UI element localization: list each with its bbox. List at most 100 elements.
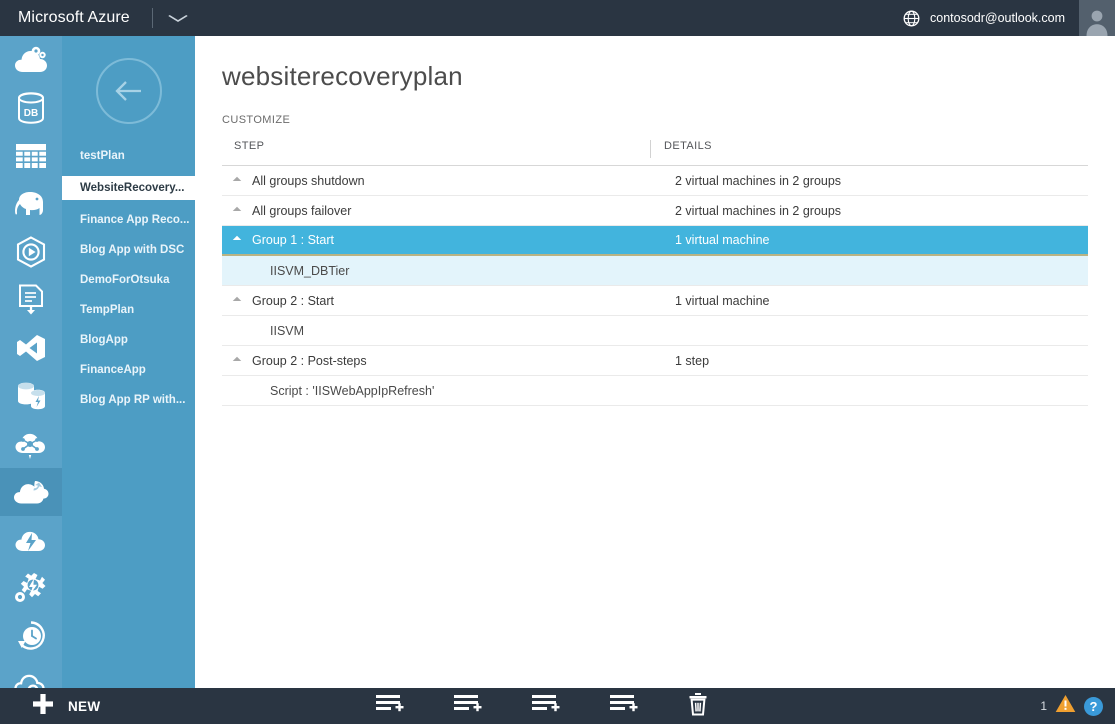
sidebar-item-label: WebsiteRecovery... bbox=[80, 182, 185, 194]
sidebar-item-selected[interactable]: WebsiteRecovery... bbox=[62, 176, 195, 200]
scheduler-clock-icon bbox=[15, 620, 47, 652]
warning-count: 1 bbox=[1040, 699, 1047, 713]
rail-item-hdinsight[interactable] bbox=[0, 180, 62, 228]
new-button[interactable]: NEW bbox=[0, 693, 100, 720]
cell-details: 1 step bbox=[675, 353, 710, 368]
sidebar-item[interactable]: testPlan bbox=[62, 146, 195, 166]
rail-item-import-export[interactable] bbox=[0, 276, 62, 324]
brand-divider bbox=[151, 8, 153, 28]
chevron-down-icon[interactable] bbox=[167, 12, 188, 25]
sidebar-item-label: Finance App Reco... bbox=[80, 214, 190, 226]
new-label: NEW bbox=[68, 698, 101, 714]
sidebar-item-label: TempPlan bbox=[80, 304, 135, 316]
add-manual-action-button[interactable] bbox=[609, 693, 639, 720]
sidebar-item-label: Blog App with DSC bbox=[80, 244, 185, 256]
delete-trash-icon bbox=[687, 692, 709, 721]
table-row[interactable]: Group 2 : Post-steps 1 step bbox=[222, 346, 1088, 376]
cell-details: 2 virtual machines in 2 groups bbox=[675, 173, 842, 188]
rail-item-cloud-power[interactable] bbox=[0, 516, 62, 564]
top-bar: Microsoft Azure contosodr@outlook.com bbox=[0, 0, 1115, 36]
column-header-details: DETAILS bbox=[664, 140, 712, 152]
hdinsight-elephant-icon bbox=[13, 190, 49, 218]
account-email[interactable]: contosodr@outlook.com bbox=[930, 11, 1065, 25]
table-row[interactable]: IISVM bbox=[222, 316, 1088, 346]
rail-item-sql-database[interactable]: DB bbox=[0, 84, 62, 132]
sidebar-item[interactable]: Blog App RP with... bbox=[62, 390, 195, 410]
recovery-plans-sidebar: testPlan WebsiteRecovery... Finance App Re… bbox=[62, 36, 195, 688]
rail-item-virtual-network[interactable] bbox=[0, 420, 62, 468]
expander-triangle-icon[interactable] bbox=[222, 356, 252, 365]
sidebar-item[interactable]: BlogApp bbox=[62, 330, 195, 350]
add-step-list-icon bbox=[609, 693, 639, 720]
sidebar-item-label: FinanceApp bbox=[80, 364, 146, 376]
cell-step: All groups failover bbox=[252, 203, 352, 218]
automation-gear-icon bbox=[14, 572, 48, 604]
expander-triangle-icon[interactable] bbox=[222, 296, 252, 305]
back-button[interactable] bbox=[62, 36, 195, 146]
top-bar-right: contosodr@outlook.com bbox=[903, 0, 1115, 36]
table-row[interactable]: Script : 'IISWebAppIpRefresh' bbox=[222, 376, 1088, 406]
visual-studio-icon bbox=[16, 333, 46, 363]
plan-list: testPlan WebsiteRecovery... Finance App Re… bbox=[62, 146, 195, 410]
user-avatar-icon[interactable] bbox=[1079, 0, 1115, 36]
delete-button[interactable] bbox=[687, 692, 709, 721]
rail-item-media-services[interactable] bbox=[0, 228, 62, 276]
cache-storage-icon bbox=[15, 381, 47, 411]
triangle-icon bbox=[232, 206, 242, 215]
cell-step: Group 2 : Post-steps bbox=[252, 353, 367, 368]
cell-step: Script : 'IISWebAppIpRefresh' bbox=[270, 383, 435, 398]
plus-icon bbox=[32, 693, 54, 720]
sql-database-icon: DB bbox=[16, 92, 46, 124]
main-content: websiterecoveryplan CUSTOMIZE STEP DETAI… bbox=[195, 36, 1115, 688]
table-body: All groups shutdown 2 virtual machines in… bbox=[222, 166, 1088, 406]
sidebar-item[interactable]: TempPlan bbox=[62, 300, 195, 320]
sidebar-item-label: testPlan bbox=[80, 150, 125, 162]
brand-title: Microsoft Azure bbox=[18, 9, 130, 26]
service-icon-rail: DB bbox=[0, 36, 62, 688]
rail-item-cloud-link[interactable] bbox=[0, 660, 62, 688]
cell-step: All groups shutdown bbox=[252, 173, 365, 188]
rail-item-cache[interactable] bbox=[0, 372, 62, 420]
add-group-button[interactable] bbox=[375, 693, 405, 720]
recovery-services-cloud-icon bbox=[13, 478, 49, 506]
triangle-icon bbox=[232, 296, 242, 305]
expander-triangle-icon[interactable] bbox=[222, 206, 252, 215]
globe-icon[interactable] bbox=[903, 10, 920, 27]
rail-item-recovery-services[interactable] bbox=[0, 468, 62, 516]
table-row[interactable]: Group 2 : Start 1 virtual machine bbox=[222, 286, 1088, 316]
rail-item-scheduler[interactable] bbox=[0, 612, 62, 660]
cloud-services-icon bbox=[14, 45, 48, 75]
section-label-customize: CUSTOMIZE bbox=[222, 114, 291, 126]
expander-triangle-icon[interactable] bbox=[222, 176, 252, 185]
cell-details: 1 virtual machine bbox=[675, 293, 770, 308]
add-script-button[interactable] bbox=[531, 693, 561, 720]
sidebar-item-label: Blog App RP with... bbox=[80, 394, 186, 406]
table-row[interactable]: All groups shutdown 2 virtual machines in… bbox=[222, 166, 1088, 196]
add-vm-button[interactable] bbox=[453, 693, 483, 720]
table-row[interactable]: IISVM_DBTier bbox=[222, 256, 1088, 286]
rail-item-cloud-services[interactable] bbox=[0, 36, 62, 84]
sidebar-item-label: BlogApp bbox=[80, 334, 128, 346]
cloud-power-icon bbox=[14, 526, 48, 554]
cell-step: IISVM_DBTier bbox=[270, 263, 350, 278]
table-row[interactable]: All groups failover 2 virtual machines in… bbox=[222, 196, 1088, 226]
add-step-list-icon bbox=[375, 693, 405, 720]
cell-step: Group 2 : Start bbox=[252, 293, 334, 308]
warning-triangle-icon[interactable] bbox=[1055, 694, 1076, 718]
help-icon[interactable]: ? bbox=[1084, 696, 1103, 716]
sidebar-item[interactable]: Finance App Reco... bbox=[62, 210, 195, 230]
table-row[interactable]: Group 1 : Start 1 virtual machine bbox=[222, 226, 1088, 256]
sidebar-item[interactable]: Blog App with DSC bbox=[62, 240, 195, 260]
column-header-step: STEP bbox=[234, 140, 265, 152]
sidebar-item[interactable]: FinanceApp bbox=[62, 360, 195, 380]
rail-item-automation[interactable] bbox=[0, 564, 62, 612]
rail-item-visual-studio[interactable] bbox=[0, 324, 62, 372]
steps-table: STEP DETAILS All groups shutdown 2 virtua… bbox=[222, 140, 1088, 406]
import-export-icon bbox=[16, 284, 46, 316]
triangle-icon bbox=[232, 176, 242, 185]
sidebar-item[interactable]: DemoForOtsuka bbox=[62, 270, 195, 290]
svg-text:DB: DB bbox=[24, 108, 38, 119]
rail-item-storage-table[interactable] bbox=[0, 132, 62, 180]
table-header-row: STEP DETAILS bbox=[222, 140, 1088, 166]
expander-triangle-icon[interactable] bbox=[222, 235, 252, 245]
